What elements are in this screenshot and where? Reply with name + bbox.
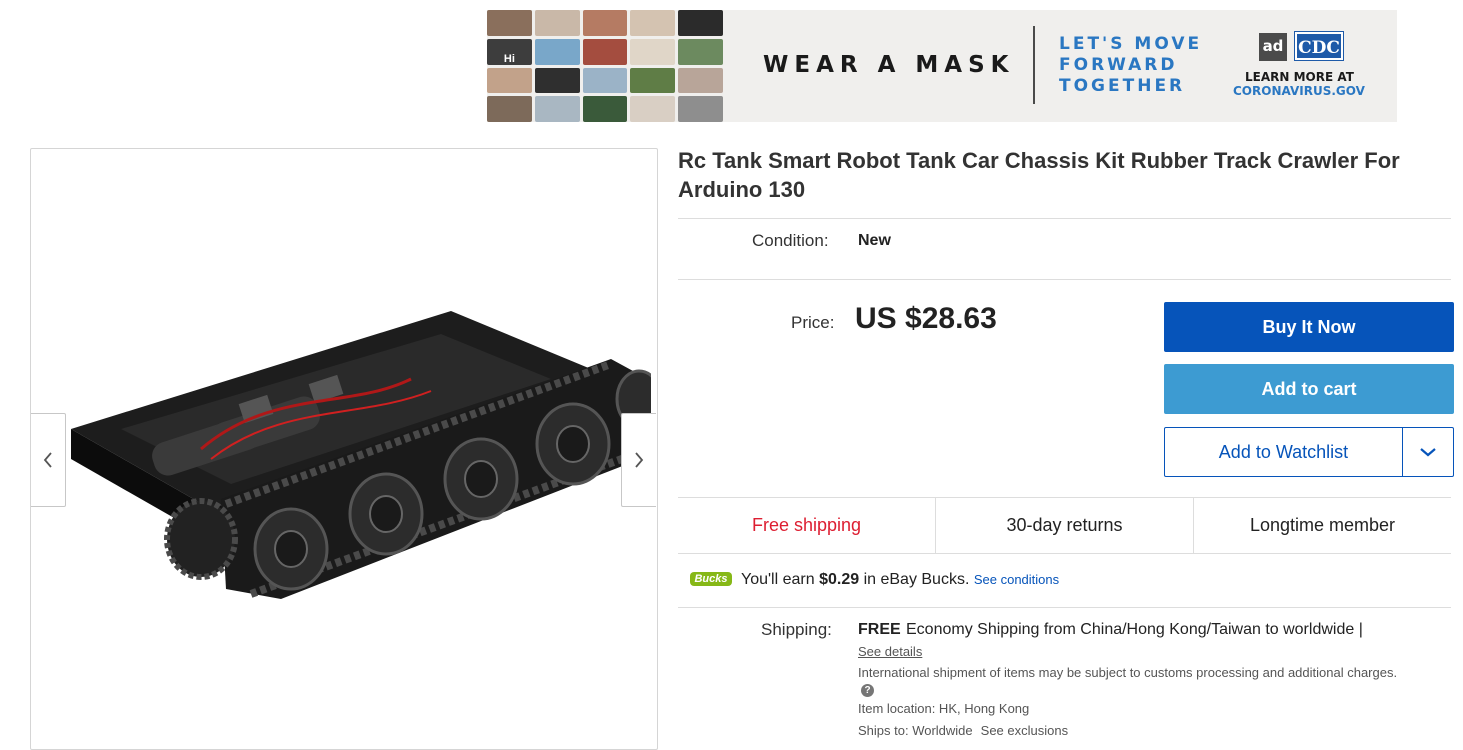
ad-learn-more: LEARN MORE AT [1245,70,1354,84]
bucks-prefix: You'll earn [741,571,820,588]
shipping-cost: FREE [858,621,901,638]
chevron-left-icon [43,452,52,468]
ad-url: CORONAVIRUS.GOV [1233,84,1365,98]
ad-photo-collage: Hi [487,10,723,122]
ad-tagline: LET'S MOVE FORWARD TOGETHER [1059,34,1219,97]
shipping-label: Shipping: [761,620,832,639]
cdc-logo: CDC [1294,31,1344,61]
buy-it-now-button[interactable]: Buy It Now [1164,302,1454,352]
ad-council-logo: ad [1259,33,1287,61]
item-title: Rc Tank Smart Robot Tank Car Chassis Kit… [678,148,1400,202]
divider [678,218,1451,219]
product-image[interactable] [51,299,651,599]
shipping-method: Economy Shipping from China/Hong Kong/Ta… [906,621,1363,638]
feature-returns: 30-day returns [935,498,1193,553]
item-location: Item location: HK, Hong Kong [858,701,1030,716]
ad-divider [1033,26,1035,104]
condition-label: Condition: [752,231,829,250]
feature-strip: Free shipping 30-day returns Longtime me… [678,497,1451,554]
ebay-bucks-logo: Bucks [690,572,732,586]
product-image-gallery[interactable] [30,148,658,750]
watchlist-control: Add to Watchlist [1164,427,1454,477]
condition-value: New [858,232,891,249]
divider [678,279,1451,280]
add-to-cart-button[interactable]: Add to cart [1164,364,1454,414]
ad-tagline-line: LET'S MOVE [1059,34,1203,54]
chevron-right-icon [635,452,644,468]
international-shipping-note: International shipment of items may be s… [858,665,1398,680]
ad-tagline-line: FORWARD [1059,55,1178,75]
gallery-next-button[interactable] [621,413,656,507]
ad-tagline-line: TOGETHER [1059,76,1186,96]
bucks-suffix: in eBay Bucks. [859,571,970,588]
gallery-prev-button[interactable] [31,413,66,507]
ebay-bucks-message: You'll earn $0.29 in eBay Bucks. See con… [741,571,1059,589]
bucks-amount: $0.29 [819,571,860,588]
ad-headline: WEAR A MASK [763,52,1015,78]
divider [678,607,1451,608]
price-value: US $28.63 [855,302,997,335]
see-conditions-link[interactable]: See conditions [974,572,1059,587]
help-icon[interactable]: ? [861,684,874,697]
ad-banner[interactable]: Hi WEAR A MASK LET'S MOVE FORWARD TOGETH… [487,10,1397,122]
price-label: Price: [791,313,835,332]
watchlist-dropdown-button[interactable] [1402,428,1453,476]
see-details-link[interactable]: See details [858,644,922,659]
chevron-down-icon [1420,448,1436,457]
feature-free-shipping: Free shipping [751,515,862,535]
ad-collage-badge: Hi [487,38,532,65]
add-to-watchlist-button[interactable]: Add to Watchlist [1165,428,1402,476]
feature-longtime-member: Longtime member [1193,498,1451,553]
